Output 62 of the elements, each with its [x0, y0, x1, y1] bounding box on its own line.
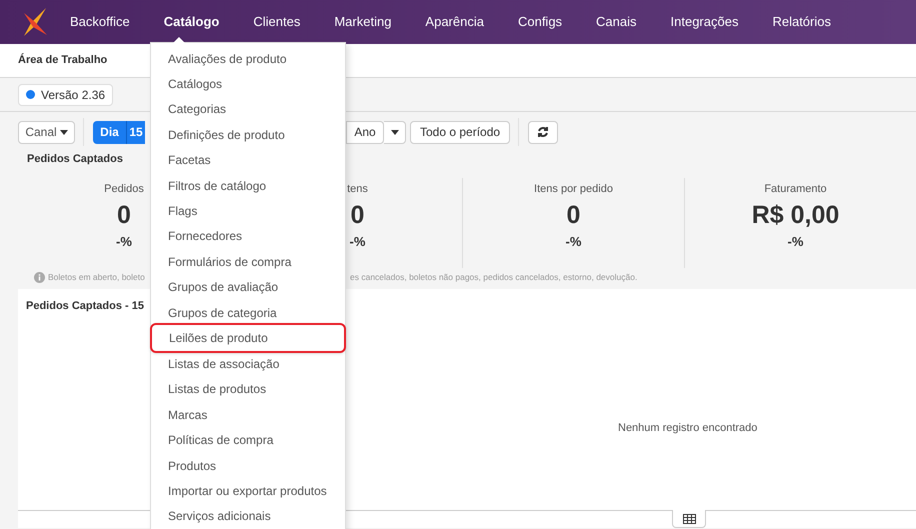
period-tab[interactable]: Dia — [93, 120, 126, 144]
menu-item[interactable]: Importar ou exportar produtos — [151, 478, 345, 504]
menu-item[interactable]: Listas de associação — [151, 351, 345, 377]
menu-item[interactable]: Serviços adicionais — [151, 504, 345, 529]
note-text: es cancelados, boletos não pagos, pedidos cancelados, estorno, devolução. — [350, 270, 638, 284]
stat-label: Pedidos — [104, 182, 144, 197]
panel-title: Pedidos Captados - 15 — [26, 299, 144, 314]
section-title: Pedidos Captados — [27, 152, 123, 167]
caret-icon — [60, 130, 68, 134]
nav-link[interactable]: Backoffice — [70, 12, 130, 32]
all-period-button[interactable]: Todo o período — [410, 120, 510, 144]
menu-item[interactable]: Marcas — [151, 402, 345, 428]
nav-link[interactable]: Aparência — [425, 12, 484, 32]
menu-item[interactable]: Flags — [151, 198, 345, 224]
breadcrumb: Área de Trabalho — [18, 52, 108, 68]
menu-item[interactable]: Filtros de catálogo — [151, 172, 345, 198]
menu-item[interactable]: Leilões de produto — [150, 323, 346, 354]
stat-change: -% — [350, 232, 366, 250]
nav-link[interactable]: Clientes — [253, 12, 300, 32]
year-button[interactable]: Ano — [346, 120, 384, 144]
stat-value: 0 — [566, 200, 580, 230]
menu-item[interactable]: Avaliações de produto — [151, 46, 345, 72]
table-toggle-button[interactable] — [672, 510, 706, 528]
caret-icon — [390, 130, 398, 134]
stat-label: tens — [347, 182, 368, 197]
menu-item[interactable]: Listas de produtos — [151, 376, 345, 402]
year-dropdown[interactable] — [384, 120, 406, 144]
status-dot-icon — [26, 90, 35, 99]
nav-link[interactable]: Relatórios — [772, 12, 831, 32]
nav-link[interactable]: Integrações — [670, 12, 738, 32]
stat-value: 0 — [350, 200, 364, 230]
channel-dropdown[interactable]: Canal — [18, 120, 75, 144]
refresh-icon — [537, 126, 550, 138]
empty-message: Nenhum registro encontrado — [618, 421, 758, 436]
nav-link[interactable]: Canais — [596, 12, 637, 32]
stat-value: 0 — [117, 200, 131, 230]
stat-change: -% — [788, 232, 804, 250]
stat-label: Itens por pedido — [534, 182, 613, 197]
stat-value: R$ 0,00 — [752, 200, 840, 230]
version-badge: Versão 2.36 — [18, 84, 114, 106]
note-text: Boletos em aberto, boleto — [48, 270, 145, 284]
menu-item[interactable]: Categorias — [151, 96, 345, 122]
nav-link[interactable]: Marketing — [334, 12, 392, 32]
nav-link[interactable]: Catálogo — [164, 12, 220, 32]
stat-change: -% — [566, 232, 582, 250]
stat-label: Faturamento — [764, 182, 827, 197]
nav-link[interactable]: Configs — [518, 12, 562, 32]
menu-item[interactable]: Fornecedores — [151, 224, 345, 250]
menu-item[interactable]: Catálogos — [151, 71, 345, 97]
stat-change: -% — [116, 232, 132, 250]
menu-item[interactable]: Definições de produto — [151, 122, 345, 148]
info-icon — [34, 272, 45, 282]
logo-icon — [22, 7, 48, 37]
menu-item[interactable]: Grupos de categoria — [151, 300, 345, 326]
table-icon — [682, 514, 696, 524]
menu-item[interactable]: Formulários de compra — [151, 249, 345, 275]
period-tab[interactable]: 15 — [126, 120, 145, 144]
menu-item[interactable]: Produtos — [151, 452, 345, 478]
menu-item[interactable]: Políticas de compra — [151, 427, 345, 453]
menu-item[interactable]: Grupos de avaliação — [151, 274, 345, 300]
menu-item[interactable]: Facetas — [151, 148, 345, 173]
refresh-button[interactable] — [528, 120, 558, 144]
